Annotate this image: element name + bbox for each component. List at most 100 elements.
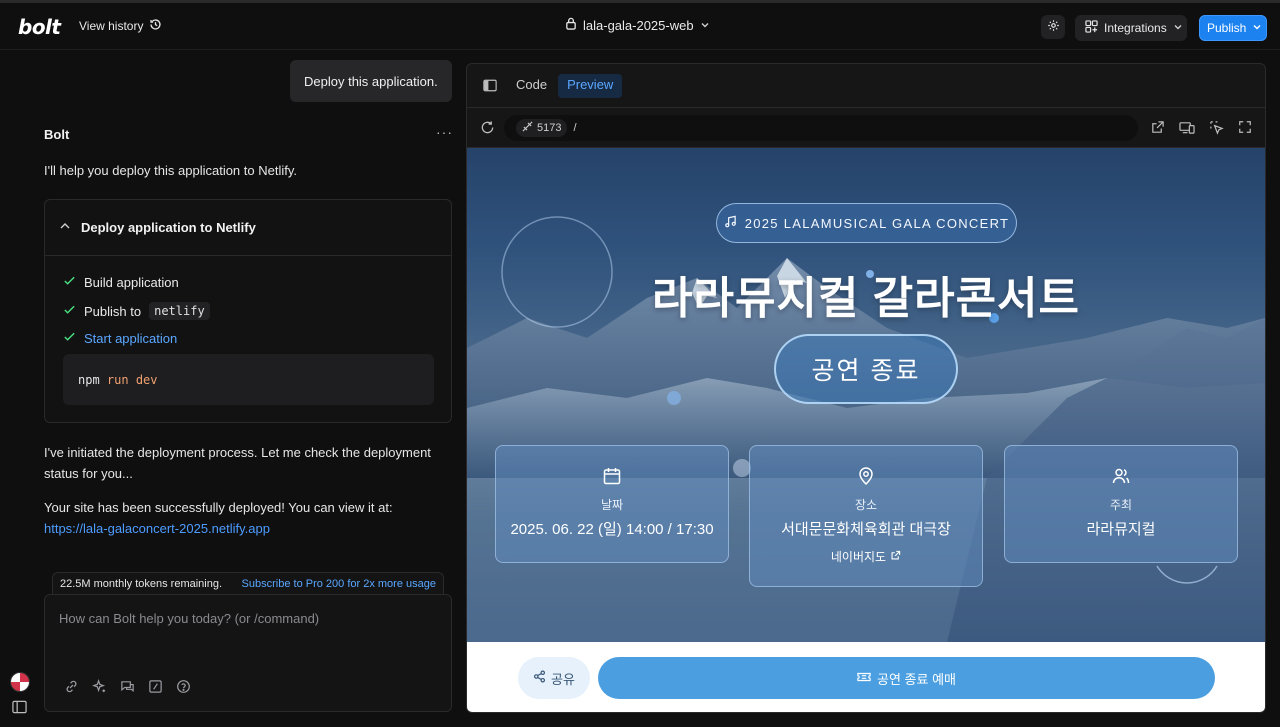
external-link-icon[interactable] [1150, 120, 1165, 138]
calendar-icon [602, 466, 622, 488]
info-card-host: 주최 라라뮤지컬 [1004, 445, 1238, 563]
chat-icon[interactable] [119, 678, 135, 694]
chat-toolbar [63, 678, 191, 694]
ticket-icon [857, 671, 871, 686]
chat-input-placeholder[interactable]: How can Bolt help you today? (or /comman… [59, 611, 319, 626]
gear-icon [1047, 19, 1060, 35]
event-title: 라라뮤지컬 갈라콘서트 [651, 274, 1081, 323]
decor-dot [667, 391, 681, 405]
top-bar: bolt View history lala-gala-2025-web Int… [0, 0, 1280, 50]
deploy-action-card: Deploy application to Netlify Build appl… [44, 199, 452, 423]
tab-code[interactable]: Code [507, 74, 556, 98]
subscribe-link[interactable]: Subscribe to Pro 200 for 2x more usage [242, 578, 436, 590]
date-label: 날짜 [600, 498, 624, 512]
assistant-message-initiated: I've initiated the deployment process. L… [44, 445, 431, 481]
event-badge-text: 2025 LALAMUSICAL GALA CONCERT [744, 215, 1010, 231]
project-name: lala-gala-2025-web [583, 17, 694, 33]
link-icon[interactable] [63, 678, 79, 694]
share-icon [533, 670, 546, 686]
deploy-url-link[interactable]: https://lala-galaconcert-2025.netlify.ap… [44, 518, 444, 539]
step-build: Build application [63, 274, 179, 290]
fullscreen-icon[interactable] [1238, 120, 1252, 138]
place-value: 서대문문화체육회관 대극장 [781, 521, 951, 538]
assistant-name: Bolt [44, 127, 70, 142]
assistant-message-success: Your site has been successfully deployed… [44, 497, 444, 539]
publish-label: Publish [1207, 21, 1247, 35]
port-number: 5173 [537, 122, 562, 134]
step-label[interactable]: Start application [84, 331, 177, 346]
booking-label: 공연 종료 예매 [877, 671, 956, 687]
chevron-down-icon [1252, 21, 1262, 35]
user-message: Deploy this application. [290, 60, 452, 102]
action-bar: 공유 공연 종료 예매 [467, 642, 1265, 712]
step-label: Build application [84, 274, 179, 290]
tokens-bar: 22.5M monthly tokens remaining. Subscrib… [52, 572, 444, 594]
hero-section: 2025 LALAMUSICAL GALA CONCERT 라라뮤지컬 갈라콘서… [467, 148, 1265, 642]
step-code-chip: netlify [149, 302, 210, 320]
step-publish: Publish to netlify [63, 302, 210, 320]
action-card-title: Deploy application to Netlify [81, 220, 256, 235]
step-label: Publish to [84, 303, 142, 319]
check-icon [63, 303, 76, 319]
view-history-button[interactable]: View history [79, 18, 162, 34]
assistant-intro: I'll help you deploy this application to… [44, 163, 297, 178]
port-icon [522, 121, 533, 135]
tokens-remaining: 22.5M monthly tokens remaining. [60, 577, 223, 590]
integrations-label: Integrations [1104, 21, 1167, 35]
settings-button[interactable] [1041, 15, 1065, 39]
site-preview: 2025 LALAMUSICAL GALA CONCERT 라라뮤지컬 갈라콘서… [467, 148, 1265, 712]
chat-input-box[interactable]: How can Bolt help you today? (or /comman… [44, 594, 452, 712]
chevron-down-icon [1173, 21, 1183, 35]
event-badge: 2025 LALAMUSICAL GALA CONCERT [716, 203, 1017, 243]
external-link-icon [890, 550, 901, 564]
slash-command-icon[interactable] [147, 678, 163, 694]
command-args: run dev [106, 372, 158, 387]
message-options-button[interactable]: ··· [436, 124, 453, 140]
history-icon [149, 18, 162, 34]
preview-actions [1150, 120, 1252, 138]
publish-button[interactable]: Publish [1199, 15, 1267, 41]
chevron-up-icon [59, 220, 71, 235]
check-icon [63, 274, 76, 290]
project-selector[interactable]: lala-gala-2025-web [565, 17, 710, 33]
preview-panel: Code Preview 5173 / 2025 LALAMUSICAL GAL… [466, 63, 1266, 713]
booking-button[interactable]: 공연 종료 예매 [598, 657, 1215, 699]
url-path[interactable]: / [573, 122, 576, 134]
sidebar-toggle-button[interactable] [12, 700, 27, 717]
bolt-logo[interactable]: bolt [18, 15, 61, 39]
panel-toggle-icon [483, 79, 497, 95]
command-block: npm run dev [63, 354, 434, 405]
share-label: 공유 [551, 671, 575, 687]
command-name: npm [78, 372, 100, 387]
inspect-icon[interactable] [1209, 120, 1224, 138]
success-text: Your site has been successfully deployed… [44, 500, 393, 515]
help-icon[interactable] [175, 678, 191, 694]
tab-preview[interactable]: Preview [558, 74, 623, 98]
url-bar[interactable]: 5173 / [504, 115, 1138, 141]
host-label: 주최 [1109, 498, 1133, 512]
music-note-icon [724, 215, 737, 231]
host-value: 라라뮤지컬 [1086, 521, 1156, 538]
info-card-date: 날짜 2025. 06. 22 (일) 14:00 / 17:30 [495, 445, 729, 563]
devices-icon[interactable] [1179, 120, 1195, 138]
action-card-header[interactable]: Deploy application to Netlify [45, 200, 451, 256]
user-avatar[interactable] [10, 672, 30, 692]
info-card-place: 장소 서대문문화체육회관 대극장 네이버지도 [749, 445, 983, 587]
view-tabs: Code Preview [507, 74, 623, 98]
users-icon [1111, 466, 1131, 488]
naver-map-label: 네이버지도 [830, 550, 887, 564]
panel-toggle-icon [12, 700, 27, 717]
sparkle-icon[interactable] [91, 678, 107, 694]
reload-icon[interactable] [480, 120, 495, 138]
integrations-icon [1085, 20, 1098, 36]
naver-map-link[interactable]: 네이버지도 [750, 548, 982, 565]
panel-toggle-button[interactable] [483, 79, 497, 95]
map-pin-icon [856, 466, 876, 488]
date-value: 2025. 06. 22 (일) 14:00 / 17:30 [510, 521, 714, 538]
port-selector[interactable]: 5173 [516, 119, 568, 137]
view-history-label: View history [79, 19, 144, 33]
integrations-button[interactable]: Integrations [1075, 15, 1187, 41]
share-button[interactable]: 공유 [518, 657, 590, 699]
preview-toolbar: 5173 / [467, 108, 1265, 148]
check-icon [63, 330, 76, 346]
